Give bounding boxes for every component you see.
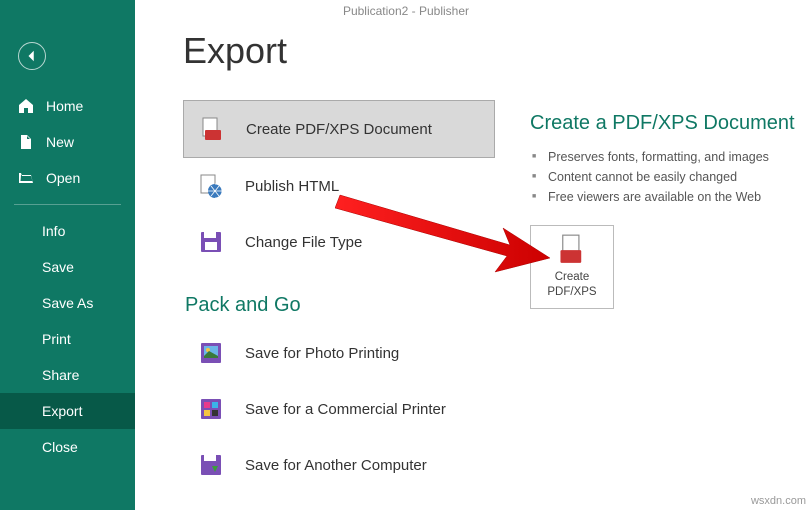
home-icon xyxy=(18,98,34,114)
page-title: Export xyxy=(183,30,792,72)
nav-open[interactable]: Open xyxy=(0,160,135,196)
pack-another-computer[interactable]: Save for Another Computer xyxy=(183,437,495,493)
detail-bullet: Free viewers are available on the Web xyxy=(530,187,800,207)
export-details-panel: Create a PDF/XPS Document Preserves font… xyxy=(530,112,800,309)
html-globe-icon xyxy=(197,172,225,200)
nav-label: New xyxy=(46,134,74,150)
export-publish-html[interactable]: Publish HTML xyxy=(183,158,495,214)
nav-home[interactable]: Home xyxy=(0,88,135,124)
detail-bullet: Preserves fonts, formatting, and images xyxy=(530,147,800,167)
pack-commercial-printer[interactable]: Save for a Commercial Printer xyxy=(183,381,495,437)
export-options-list: Create PDF/XPS Document Publish HTML Cha… xyxy=(183,100,495,270)
nav-label: Home xyxy=(46,98,83,114)
back-button[interactable] xyxy=(18,42,46,70)
create-pdf-xps-button[interactable]: CreatePDF/XPS xyxy=(530,225,614,309)
nav-label: Open xyxy=(46,170,80,186)
folder-open-icon xyxy=(18,170,34,186)
nav-share[interactable]: Share xyxy=(0,357,135,393)
cmyk-save-icon xyxy=(197,395,225,423)
pack-photo-printing[interactable]: Save for Photo Printing xyxy=(183,325,495,381)
nav-new[interactable]: New xyxy=(0,124,135,160)
pack-and-go-list: Save for Photo Printing Save for a Comme… xyxy=(183,325,495,493)
export-item-label: Change File Type xyxy=(245,234,362,251)
nav-save-as[interactable]: Save As xyxy=(0,285,135,321)
document-icon xyxy=(18,134,34,150)
export-change-file-type[interactable]: Change File Type xyxy=(183,214,495,270)
nav-close[interactable]: Close xyxy=(0,429,135,465)
export-item-label: Create PDF/XPS Document xyxy=(246,121,432,138)
pdf-document-icon xyxy=(198,115,226,143)
nav-save[interactable]: Save xyxy=(0,249,135,285)
detail-bullet: Content cannot be easily changed xyxy=(530,167,800,187)
divider xyxy=(14,204,121,205)
pdf-document-icon xyxy=(557,234,587,264)
export-item-label: Save for Photo Printing xyxy=(245,345,399,362)
disk-arrow-icon xyxy=(197,451,225,479)
back-arrow-icon xyxy=(25,49,39,63)
details-bullets: Preserves fonts, formatting, and images … xyxy=(530,147,800,207)
watermark: wsxdn.com xyxy=(751,495,806,507)
export-item-label: Save for a Commercial Printer xyxy=(245,401,446,418)
backstage-sidebar: Home New Open Info Save Save As Print Sh… xyxy=(0,0,135,510)
nav-secondary: Info Save Save As Print Share Export Clo… xyxy=(0,213,135,465)
export-item-label: Publish HTML xyxy=(245,178,339,195)
export-item-label: Save for Another Computer xyxy=(245,457,427,474)
nav-primary: Home New Open xyxy=(0,88,135,196)
nav-export[interactable]: Export xyxy=(0,393,135,429)
details-title: Create a PDF/XPS Document xyxy=(530,112,800,135)
export-create-pdf-xps[interactable]: Create PDF/XPS Document xyxy=(183,100,495,158)
nav-info[interactable]: Info xyxy=(0,213,135,249)
nav-print[interactable]: Print xyxy=(0,321,135,357)
photo-save-icon xyxy=(197,339,225,367)
button-label: CreatePDF/XPS xyxy=(547,270,596,300)
save-change-icon xyxy=(197,228,225,256)
